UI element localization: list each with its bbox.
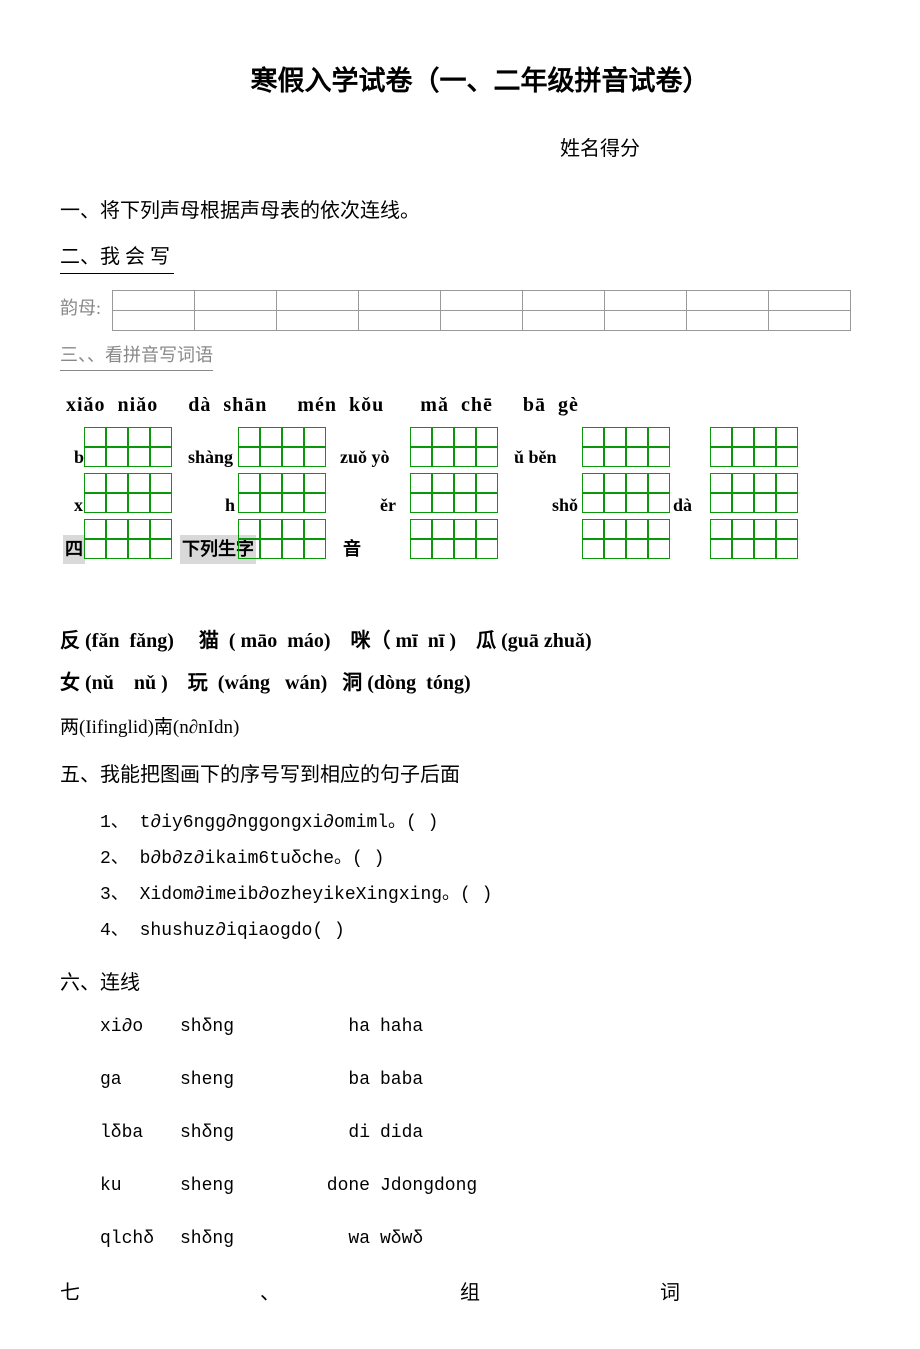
match-b: sheng [180, 1172, 320, 1201]
match-c: wa [320, 1225, 380, 1254]
match-b: shδng [180, 1225, 320, 1254]
match-a: qlchδ [100, 1225, 180, 1254]
label-er: ěr [380, 491, 396, 520]
label-shang: shàng [188, 443, 233, 472]
q7-d: 词 [660, 1277, 680, 1309]
list-item: 2、 b∂b∂z∂ikaim6tuδche。( ) [100, 841, 860, 877]
section-1: 一、将下列声母根据声母表的依次连线。 [60, 195, 860, 227]
match-a: lδba [100, 1119, 180, 1148]
match-c: di [320, 1119, 380, 1148]
match-d: haha [380, 1013, 423, 1042]
match-block: xi∂o shδng ha haha ga sheng ba baba lδba… [100, 1013, 860, 1253]
label-x: x [74, 491, 83, 520]
tian-zi-ge-area: b shàng zuǒ yò ǔ běn x h ěr shǒ dà 四 下列生… [60, 427, 860, 617]
match-a: ga [100, 1066, 180, 1095]
match-row: xi∂o shδng ha haha [100, 1013, 860, 1042]
yunmu-label: 韵母: [60, 290, 101, 323]
match-row: lδba shδng di dida [100, 1119, 860, 1148]
yunmu-block: 韵母: [60, 290, 860, 331]
q4-line1: 反 (fǎn fǎng) 猫 ( māo máo) 咪（ mī nī ) 瓜 (… [60, 625, 860, 657]
section-5: 五、我能把图画下的序号写到相应的句子后面 [60, 759, 860, 791]
grid-col-5 [710, 427, 798, 467]
match-d: wδwδ [380, 1225, 423, 1254]
q5-list: 1、 t∂iy6ngg∂nggongxi∂omiml。( ) 2、 b∂b∂z∂… [100, 805, 860, 949]
match-row: qlchδ shδng wa wδwδ [100, 1225, 860, 1254]
section-6: 六、连线 [60, 967, 860, 999]
label-b: b [74, 443, 84, 472]
match-d: Jdongdong [380, 1172, 477, 1201]
match-b: shδng [180, 1119, 320, 1148]
match-c: done [320, 1172, 380, 1201]
label-yin: 音 [343, 535, 361, 564]
label-four: 四 [63, 535, 85, 564]
match-d: baba [380, 1066, 423, 1095]
match-a: xi∂o [100, 1013, 180, 1042]
list-item: 3、 Xidom∂imeib∂ozheyikeXingxing。( ) [100, 877, 860, 913]
q7-b: 、 [260, 1277, 280, 1309]
grid-col-3 [410, 427, 498, 467]
label-zuo-you: zuǒ yò [340, 443, 390, 472]
match-c: ba [320, 1066, 380, 1095]
q7-c: 组 [460, 1277, 480, 1309]
grid-col-4c [582, 473, 670, 513]
match-row: ga sheng ba baba [100, 1066, 860, 1095]
q-two: 两(Iifinglid)南(n∂nIdn) [60, 713, 860, 743]
list-item: 4、 shushuz∂iqiaogdo( ) [100, 913, 860, 949]
grid-col-1 [84, 427, 172, 467]
match-a: ku [100, 1172, 180, 1201]
section-7: 七 、 组 词 [60, 1277, 860, 1309]
match-c: ha [320, 1013, 380, 1042]
name-score: 姓名得分 [340, 133, 860, 165]
pinyin-row1: xiǎo niǎo dà shān mén kǒu mǎ chē bā gè [60, 389, 860, 421]
grid-col-1c [84, 519, 172, 559]
grid-col-2 [238, 427, 326, 467]
list-item: 1、 t∂iy6ngg∂nggongxi∂omiml。( ) [100, 805, 860, 841]
match-b: shδng [180, 1013, 320, 1042]
label-da: dà [673, 491, 692, 520]
match-b: sheng [180, 1066, 320, 1095]
label-shou: shǒ [552, 491, 578, 520]
label-u-ben: ǔ běn [514, 443, 557, 472]
page-title: 寒假入学试卷（一、二年级拼音试卷） [100, 60, 860, 103]
grid-col-2c [238, 519, 326, 559]
grid-col-2b [238, 473, 326, 513]
section-2: 二、我 会 写 [60, 241, 174, 274]
yunmu-table [112, 290, 851, 331]
grid-col-5c [710, 519, 798, 559]
label-h: h [225, 491, 235, 520]
grid-col-3c [410, 519, 498, 559]
grid-col-1b [84, 473, 172, 513]
section-3: 三、、看拼音写词语 [60, 341, 213, 371]
grid-col-4b [582, 427, 670, 467]
grid-col-3b [410, 473, 498, 513]
q7-a: 七 [60, 1277, 80, 1309]
match-row: ku sheng done Jdongdong [100, 1172, 860, 1201]
q4-line2: 女 (nǔ nǔ ) 玩 (wáng wán) 洞 (dòng tóng) [60, 667, 860, 699]
grid-col-4d [582, 519, 670, 559]
match-d: dida [380, 1119, 423, 1148]
grid-col-5b [710, 473, 798, 513]
